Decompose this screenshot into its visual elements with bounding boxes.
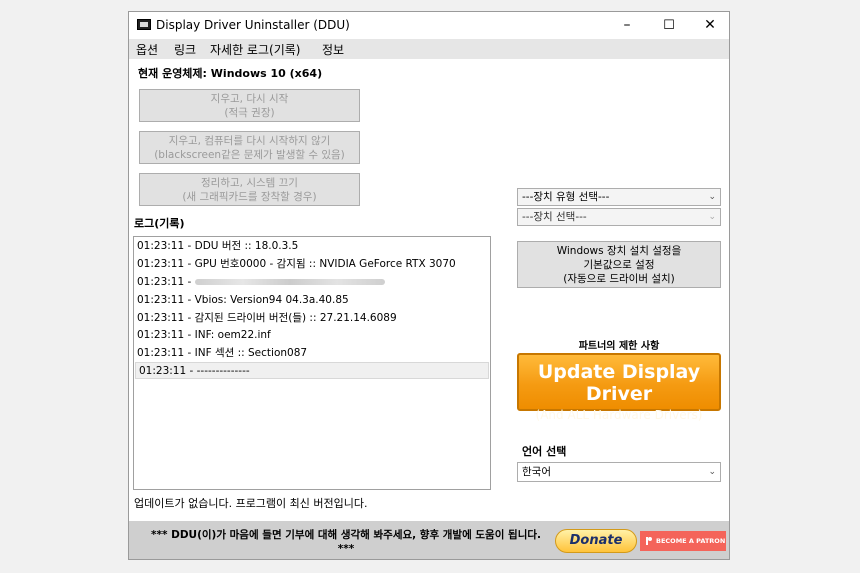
app-window: Display Driver Uninstaller (DDU) – ☐ ✕ 옵…	[128, 11, 730, 560]
log-row[interactable]: 01:23:11 - DDU 버전 :: 18.0.3.5	[134, 238, 490, 255]
menu-info[interactable]: 정보	[322, 41, 344, 58]
button-line1: 정리하고, 시스템 끄기	[201, 176, 298, 189]
patreon-button[interactable]: BECOME A PATRON	[640, 531, 726, 551]
clean-and-shutdown-button[interactable]: 정리하고, 시스템 끄기 (새 그래픽카드를 장착할 경우)	[139, 173, 360, 206]
reset-windows-device-settings-button[interactable]: Windows 장치 설치 설정을 기본값으로 설정 (자동으로 드라이버 설치…	[517, 241, 721, 288]
log-row[interactable]: 01:23:11 - Vbios: Version94 04.3a.40.85	[134, 292, 490, 309]
button-line2: (적극 권장)	[224, 106, 275, 119]
log-row-selected[interactable]: 01:23:11 - --------------	[135, 362, 489, 379]
button-line2: (새 그래픽카드를 장착할 경우)	[182, 190, 317, 203]
footer: *** DDU(이)가 마음에 들면 기부에 대해 생각해 봐주세요, 향후 개…	[129, 521, 729, 559]
banner-title: Update Display Driver	[537, 361, 701, 405]
redacted-text	[194, 279, 385, 285]
clean-and-restart-button[interactable]: 지우고, 다시 시작 (적극 권장)	[139, 89, 360, 122]
log-title: 로그(기록)	[134, 217, 185, 230]
update-display-driver-banner[interactable]: Update Display Driver (And ALL Hardware …	[517, 353, 721, 422]
minimize-button[interactable]: –	[607, 12, 647, 39]
button-line1: Windows 장치 설치 설정을	[556, 244, 682, 257]
select-value: ---장치 유형 선택---	[522, 191, 610, 203]
device-type-select[interactable]: ---장치 유형 선택--- ⌄	[517, 188, 721, 206]
log-row-redacted[interactable]: 01:23:11 -	[134, 274, 490, 291]
select-value: ---장치 선택---	[522, 211, 587, 223]
language-label: 언어 선택	[522, 445, 567, 458]
title-bar: Display Driver Uninstaller (DDU) – ☐ ✕	[129, 12, 729, 39]
menu-detailed-log[interactable]: 자세한 로그(기록)	[210, 41, 300, 58]
partner-label: 파트너의 제한 사항	[578, 341, 660, 352]
log-row[interactable]: 01:23:11 - GPU 번호0000 - 감지됨 :: NVIDIA Ge…	[134, 256, 490, 273]
chevron-down-icon: ⌄	[708, 467, 716, 477]
button-line2: 기본값으로 설정	[583, 258, 655, 271]
chevron-down-icon: ⌄	[708, 212, 716, 222]
banner-subtitle: (And ALL Hardware Drivers)	[535, 408, 703, 422]
menu-bar: 옵션 링크 자세한 로그(기록) 정보	[129, 39, 729, 59]
log-row[interactable]: 01:23:11 - INF: oem22.inf	[134, 327, 490, 344]
button-line3: (자동으로 드라이버 설치)	[563, 272, 675, 285]
log-list[interactable]: 01:23:11 - DDU 버전 :: 18.0.3.5 01:23:11 -…	[133, 236, 491, 490]
donation-line1: *** DDU(이)가 마음에 들면 기부에 대해 생각해 봐주세요, 향후 개…	[150, 529, 541, 541]
patreon-icon	[646, 537, 652, 545]
language-select[interactable]: 한국어 ⌄	[517, 462, 721, 482]
menu-options[interactable]: 옵션	[136, 41, 158, 58]
device-select[interactable]: ---장치 선택--- ⌄	[517, 208, 721, 226]
os-label: 현재 운영체제:	[138, 67, 207, 80]
clean-no-restart-button[interactable]: 지우고, 컴퓨터를 다시 시작하지 않기 (blackscreen같은 문제가 …	[139, 131, 360, 164]
ddu-app-icon	[137, 19, 151, 30]
select-value: 한국어	[522, 466, 551, 478]
button-line2: (blackscreen같은 문제가 발생할 수 있음)	[154, 148, 345, 161]
menu-links[interactable]: 링크	[174, 41, 196, 58]
log-row[interactable]: 01:23:11 - 감지된 드라이버 버전(들) :: 27.21.14.60…	[134, 310, 490, 327]
donation-line2: ***	[337, 543, 355, 555]
os-info: 현재 운영체제: Windows 10 (x64)	[138, 65, 322, 81]
window-title: Display Driver Uninstaller (DDU)	[156, 18, 350, 32]
patreon-label: BECOME A PATRON	[656, 537, 726, 545]
donation-message: *** DDU(이)가 마음에 들면 기부에 대해 생각해 봐주세요, 향후 개…	[135, 528, 557, 556]
os-value: Windows 10 (x64)	[210, 67, 323, 80]
button-line1: 지우고, 다시 시작	[210, 92, 289, 105]
donate-button[interactable]: Donate	[555, 529, 637, 553]
log-row[interactable]: 01:23:11 - INF 섹션 :: Section087	[134, 345, 490, 362]
log-row-text: 01:23:11 -	[137, 276, 192, 288]
maximize-button[interactable]: ☐	[649, 12, 689, 39]
close-button[interactable]: ✕	[690, 12, 729, 39]
chevron-down-icon: ⌄	[708, 192, 716, 202]
status-text: 업데이트가 없습니다. 프로그램이 최신 버전입니다.	[134, 497, 368, 510]
button-line1: 지우고, 컴퓨터를 다시 시작하지 않기	[168, 134, 331, 147]
